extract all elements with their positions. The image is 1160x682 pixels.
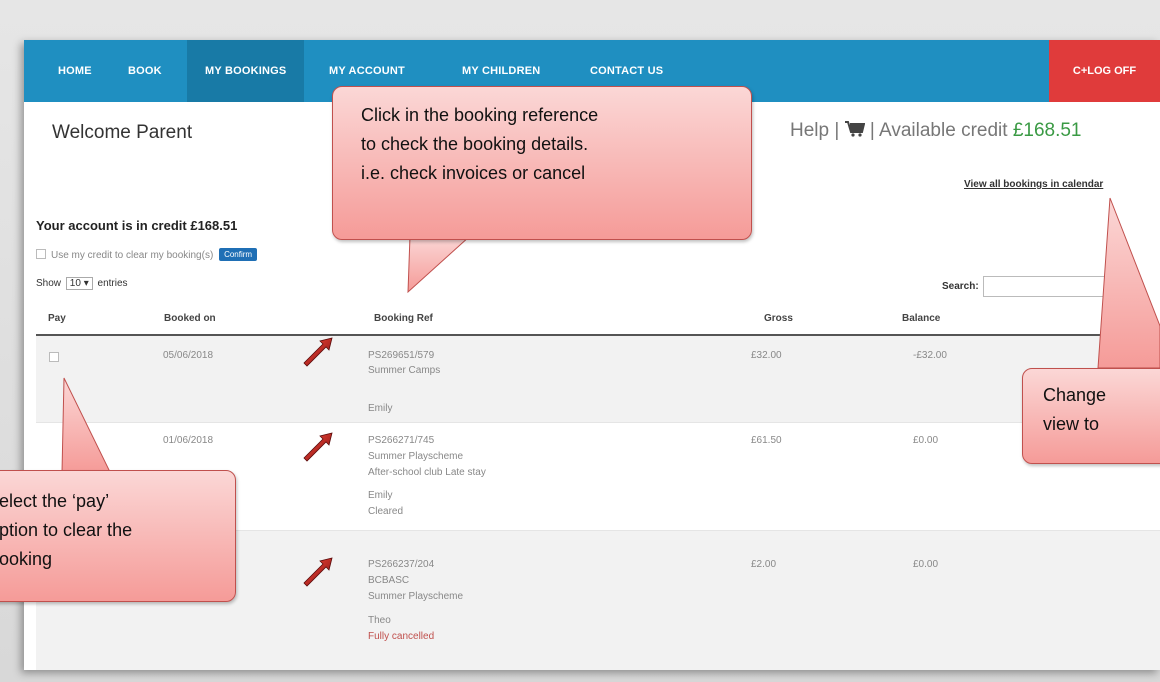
callout-line: i.e. check invoices or cancel [361, 163, 586, 183]
log-off-button[interactable]: C+LOG OFF [1049, 40, 1160, 102]
entries-value: 10 [69, 278, 81, 289]
chevron-down-icon: ▾ [83, 278, 89, 289]
help-link[interactable]: Help | [790, 120, 839, 141]
booking-detail: Summer Playscheme [368, 451, 464, 462]
callout-line: Change [1043, 385, 1107, 405]
account-credit-status: Your account is in credit £168.51 [36, 218, 238, 233]
balance-cell: £0.00 [913, 435, 939, 446]
col-header-booking-ref[interactable]: Booking Ref [374, 313, 433, 324]
cart-icon[interactable] [844, 120, 870, 141]
nav-home[interactable]: HOME [58, 40, 92, 102]
callout-line: elect the ‘pay’ [0, 491, 110, 511]
calendar-callout: Change view to [1022, 368, 1160, 464]
callout-pointer [1097, 197, 1160, 369]
booking-child: Theo [368, 615, 391, 626]
nav-my-bookings[interactable]: MY BOOKINGS [187, 40, 305, 102]
callout-pointer [61, 377, 111, 473]
balance-cell: -£32.00 [913, 350, 947, 361]
use-credit-label: Use my credit to clear my booking(s) [51, 250, 214, 261]
booking-status: Cleared [368, 506, 404, 517]
entries-label: entries [97, 278, 128, 289]
confirm-button[interactable]: Confirm [219, 248, 258, 261]
show-label: Show [36, 278, 62, 289]
pointer-arrow-icon [303, 432, 333, 462]
col-header-pay[interactable]: Pay [48, 313, 66, 324]
pay-callout: elect the ‘pay’ ption to clear the ookin… [0, 470, 236, 602]
view-calendar-link[interactable]: View all bookings in calendar [964, 179, 1103, 190]
col-header-booked-on[interactable]: Booked on [164, 313, 216, 324]
col-header-gross[interactable]: Gross [764, 313, 793, 324]
booking-status: Fully cancelled [368, 631, 435, 642]
booking-child: Emily [368, 490, 393, 501]
booking-ref-link[interactable]: PS266271/745 [368, 435, 434, 446]
use-credit-option: Use my credit to clear my booking(s) Con… [36, 248, 258, 261]
available-credit-label: | Available credit [869, 120, 1008, 141]
callout-line: ooking [0, 549, 53, 569]
available-credit-amount: £168.51 [1012, 120, 1082, 141]
callout-line: Click in the booking reference [361, 105, 599, 125]
booking-ref-link[interactable]: PS269651/579 [368, 350, 434, 361]
callout-line: ption to clear the [0, 520, 133, 540]
balance-cell: £0.00 [913, 559, 939, 570]
booking-detail: BCBASC [368, 575, 410, 586]
booking-child: Emily [368, 403, 393, 414]
use-credit-checkbox[interactable] [36, 249, 46, 259]
entries-select[interactable]: 10 ▾ [65, 277, 93, 290]
gross-cell: £32.00 [751, 350, 782, 361]
search-label: Search: [942, 281, 979, 293]
pointer-arrow-icon [303, 557, 333, 587]
nav-book[interactable]: BOOK [128, 40, 162, 102]
col-header-balance[interactable]: Balance [902, 313, 940, 324]
pointer-arrow-icon [303, 337, 333, 367]
booking-detail: Summer Camps [368, 365, 441, 376]
booking-detail: Summer Playscheme [368, 591, 464, 602]
gross-cell: £61.50 [751, 435, 782, 446]
pay-checkbox[interactable] [49, 352, 59, 362]
booking-ref-callout: Click in the booking reference to check … [332, 86, 752, 240]
booking-ref-link[interactable]: PS266237/204 [368, 559, 434, 570]
help-credit-bar: Help | | Available credit £168.51 [790, 120, 1082, 142]
callout-line: to check the booking details. [361, 134, 589, 154]
entries-control: Show 10 ▾ entries [36, 277, 128, 290]
table-row: 05/06/2018 PS269651/579 Summer Camps Emi… [36, 336, 1160, 422]
booked-on-cell: 05/06/2018 [163, 350, 214, 361]
booked-on-cell: 01/06/2018 [163, 435, 214, 446]
welcome-heading: Welcome Parent [52, 122, 193, 143]
gross-cell: £2.00 [751, 559, 777, 570]
booking-detail: After-school club Late stay [368, 467, 486, 478]
callout-line: view to [1043, 414, 1100, 434]
